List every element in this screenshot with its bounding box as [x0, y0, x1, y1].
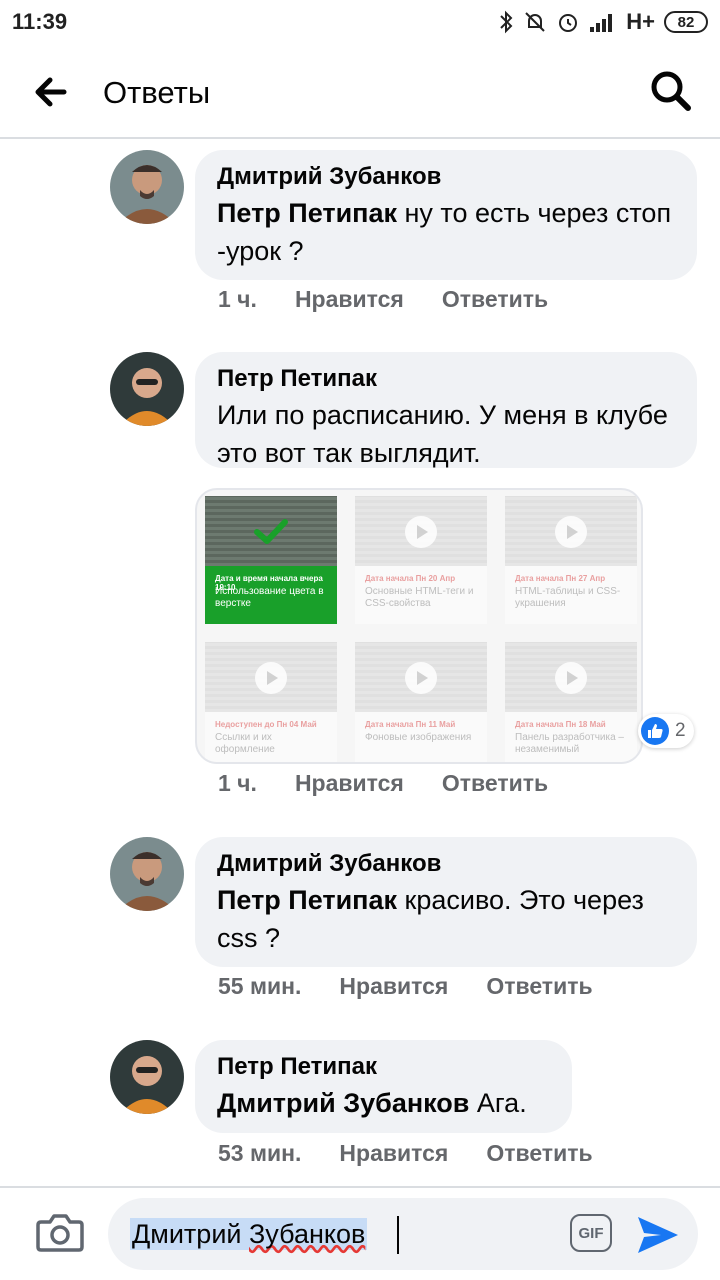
- comment-bubble[interactable]: Дмитрий Зубанков Петр Петипак ну то есть…: [195, 150, 697, 280]
- image-attachment[interactable]: Дата и время начала вчера 19:10 Использо…: [195, 488, 643, 764]
- comment-text: Петр Петипак ну то есть через стоп -урок…: [217, 194, 675, 270]
- comment-text: Или по расписанию. У меня в клубе это во…: [217, 400, 668, 468]
- lesson-date: Дата начала Пн 18 Май: [515, 720, 606, 729]
- reaction-count: 2: [675, 720, 686, 741]
- send-icon[interactable]: [635, 1213, 681, 1257]
- lesson-tile: Недоступен до Пн 04 Май Ссылки и их офор…: [205, 642, 337, 762]
- avatar[interactable]: [110, 150, 184, 224]
- status-time: 11:39: [12, 9, 68, 34]
- input-first-name: Дмитрий: [132, 1219, 242, 1249]
- battery-indicator: 82: [664, 11, 708, 33]
- bluetooth-icon: [500, 10, 513, 34]
- like-icon: [641, 717, 669, 745]
- comment-input[interactable]: Дмитрий Зубанков GIF: [108, 1198, 698, 1270]
- comment-actions: 55 мин. Нравится Ответить: [218, 973, 593, 1000]
- comment-author[interactable]: Петр Петипак: [217, 364, 675, 394]
- camera-icon[interactable]: [35, 1210, 85, 1254]
- comment-actions: 1 ч. Нравится Ответить: [218, 770, 548, 797]
- reply-composer: Дмитрий Зубанков GIF: [0, 1186, 720, 1280]
- comment-time: 53 мин.: [218, 1140, 302, 1166]
- gif-label: GIF: [578, 1224, 604, 1242]
- search-icon[interactable]: [646, 66, 696, 116]
- signal-icon: [590, 14, 613, 32]
- avatar[interactable]: [110, 1040, 184, 1114]
- comment-actions: 1 ч. Нравится Ответить: [218, 286, 548, 313]
- lesson-date: Дата начала Пн 27 Апр: [515, 574, 606, 583]
- alarm-icon: [559, 14, 578, 32]
- mute-icon: [525, 12, 545, 32]
- play-icon: [555, 662, 587, 694]
- mention-link[interactable]: Дмитрий Зубанков: [217, 1088, 469, 1118]
- status-icons: H+ 82: [498, 8, 708, 36]
- comment-bubble[interactable]: Дмитрий Зубанков Петр Петипак красиво. Э…: [195, 837, 697, 967]
- avatar[interactable]: [110, 352, 184, 426]
- input-last-name: Зубанков: [249, 1219, 366, 1249]
- checkmark-icon: [254, 519, 288, 544]
- reaction-summary[interactable]: 2: [638, 714, 694, 748]
- comment-author[interactable]: Дмитрий Зубанков: [217, 162, 675, 192]
- lesson-date: Недоступен до Пн 04 Май: [215, 720, 317, 729]
- back-arrow-icon[interactable]: [28, 70, 74, 114]
- comment-author[interactable]: Петр Петипак: [217, 1052, 550, 1082]
- reply-button[interactable]: Ответить: [486, 973, 592, 1000]
- mention-link[interactable]: Петр Петипак: [217, 198, 397, 228]
- lesson-name: Ссылки и их оформление: [215, 732, 275, 755]
- play-icon: [405, 516, 437, 548]
- page-title: Ответы: [103, 75, 211, 110]
- play-icon: [405, 662, 437, 694]
- lesson-name: Панель разработчика – незаменимый: [515, 732, 624, 755]
- reply-button[interactable]: Ответить: [442, 770, 548, 797]
- comment-bubble[interactable]: Петр Петипак Или по расписанию. У меня в…: [195, 352, 697, 468]
- mention-link[interactable]: Петр Петипак: [217, 885, 397, 915]
- network-type: H+: [626, 9, 655, 34]
- comment-author[interactable]: Дмитрий Зубанков: [217, 849, 675, 879]
- play-icon: [555, 516, 587, 548]
- reply-button[interactable]: Ответить: [442, 286, 548, 313]
- comment-actions: 53 мин. Нравится Ответить: [218, 1140, 593, 1167]
- avatar[interactable]: [110, 837, 184, 911]
- comment-time: 55 мин.: [218, 973, 302, 999]
- like-button[interactable]: Нравится: [295, 770, 404, 797]
- comment-text: Петр Петипак красиво. Это через css ?: [217, 881, 675, 957]
- comment-text: Дмитрий Зубанков Ага.: [217, 1084, 550, 1122]
- comment-time: 1 ч.: [218, 286, 257, 312]
- lesson-tile: Дата начала Пн 20 Апр Основные HTML-теги…: [355, 496, 487, 624]
- gif-icon[interactable]: GIF: [570, 1214, 612, 1252]
- play-icon: [255, 662, 287, 694]
- like-button[interactable]: Нравится: [339, 1140, 448, 1167]
- comment-bubble[interactable]: Петр Петипак Дмитрий Зубанков Ага.: [195, 1040, 572, 1133]
- text-caret: [397, 1216, 399, 1254]
- battery-level: 82: [677, 13, 695, 31]
- comment-body: Ага.: [469, 1088, 527, 1118]
- input-value: Дмитрий Зубанков: [130, 1218, 368, 1250]
- lesson-name: Основные HTML-теги и CSS-свойства: [365, 586, 474, 609]
- lesson-tile: Дата начала Пн 27 Апр HTML-таблицы и CSS…: [505, 496, 637, 624]
- lesson-name: HTML-таблицы и CSS-украшения: [515, 586, 621, 609]
- lesson-date: Дата начала Пн 11 Май: [365, 720, 456, 729]
- lesson-name: Фоновые изображения: [365, 732, 472, 743]
- lesson-date: Дата начала Пн 20 Апр: [365, 574, 456, 583]
- like-button[interactable]: Нравится: [295, 286, 404, 313]
- like-button[interactable]: Нравится: [339, 973, 448, 1000]
- lesson-tile: Дата и время начала вчера 19:10 Использо…: [205, 496, 337, 624]
- lesson-tile: Дата начала Пн 11 Май Фоновые изображени…: [355, 642, 487, 762]
- lesson-tile: Дата начала Пн 18 Май Панель разработчик…: [505, 642, 637, 762]
- app-header: Ответы: [0, 44, 720, 139]
- comment-time: 1 ч.: [218, 770, 257, 796]
- reply-button[interactable]: Ответить: [486, 1140, 592, 1167]
- status-bar: 11:39 H+ 82: [0, 0, 720, 44]
- lesson-name: Использование цвета в верстке: [215, 586, 324, 609]
